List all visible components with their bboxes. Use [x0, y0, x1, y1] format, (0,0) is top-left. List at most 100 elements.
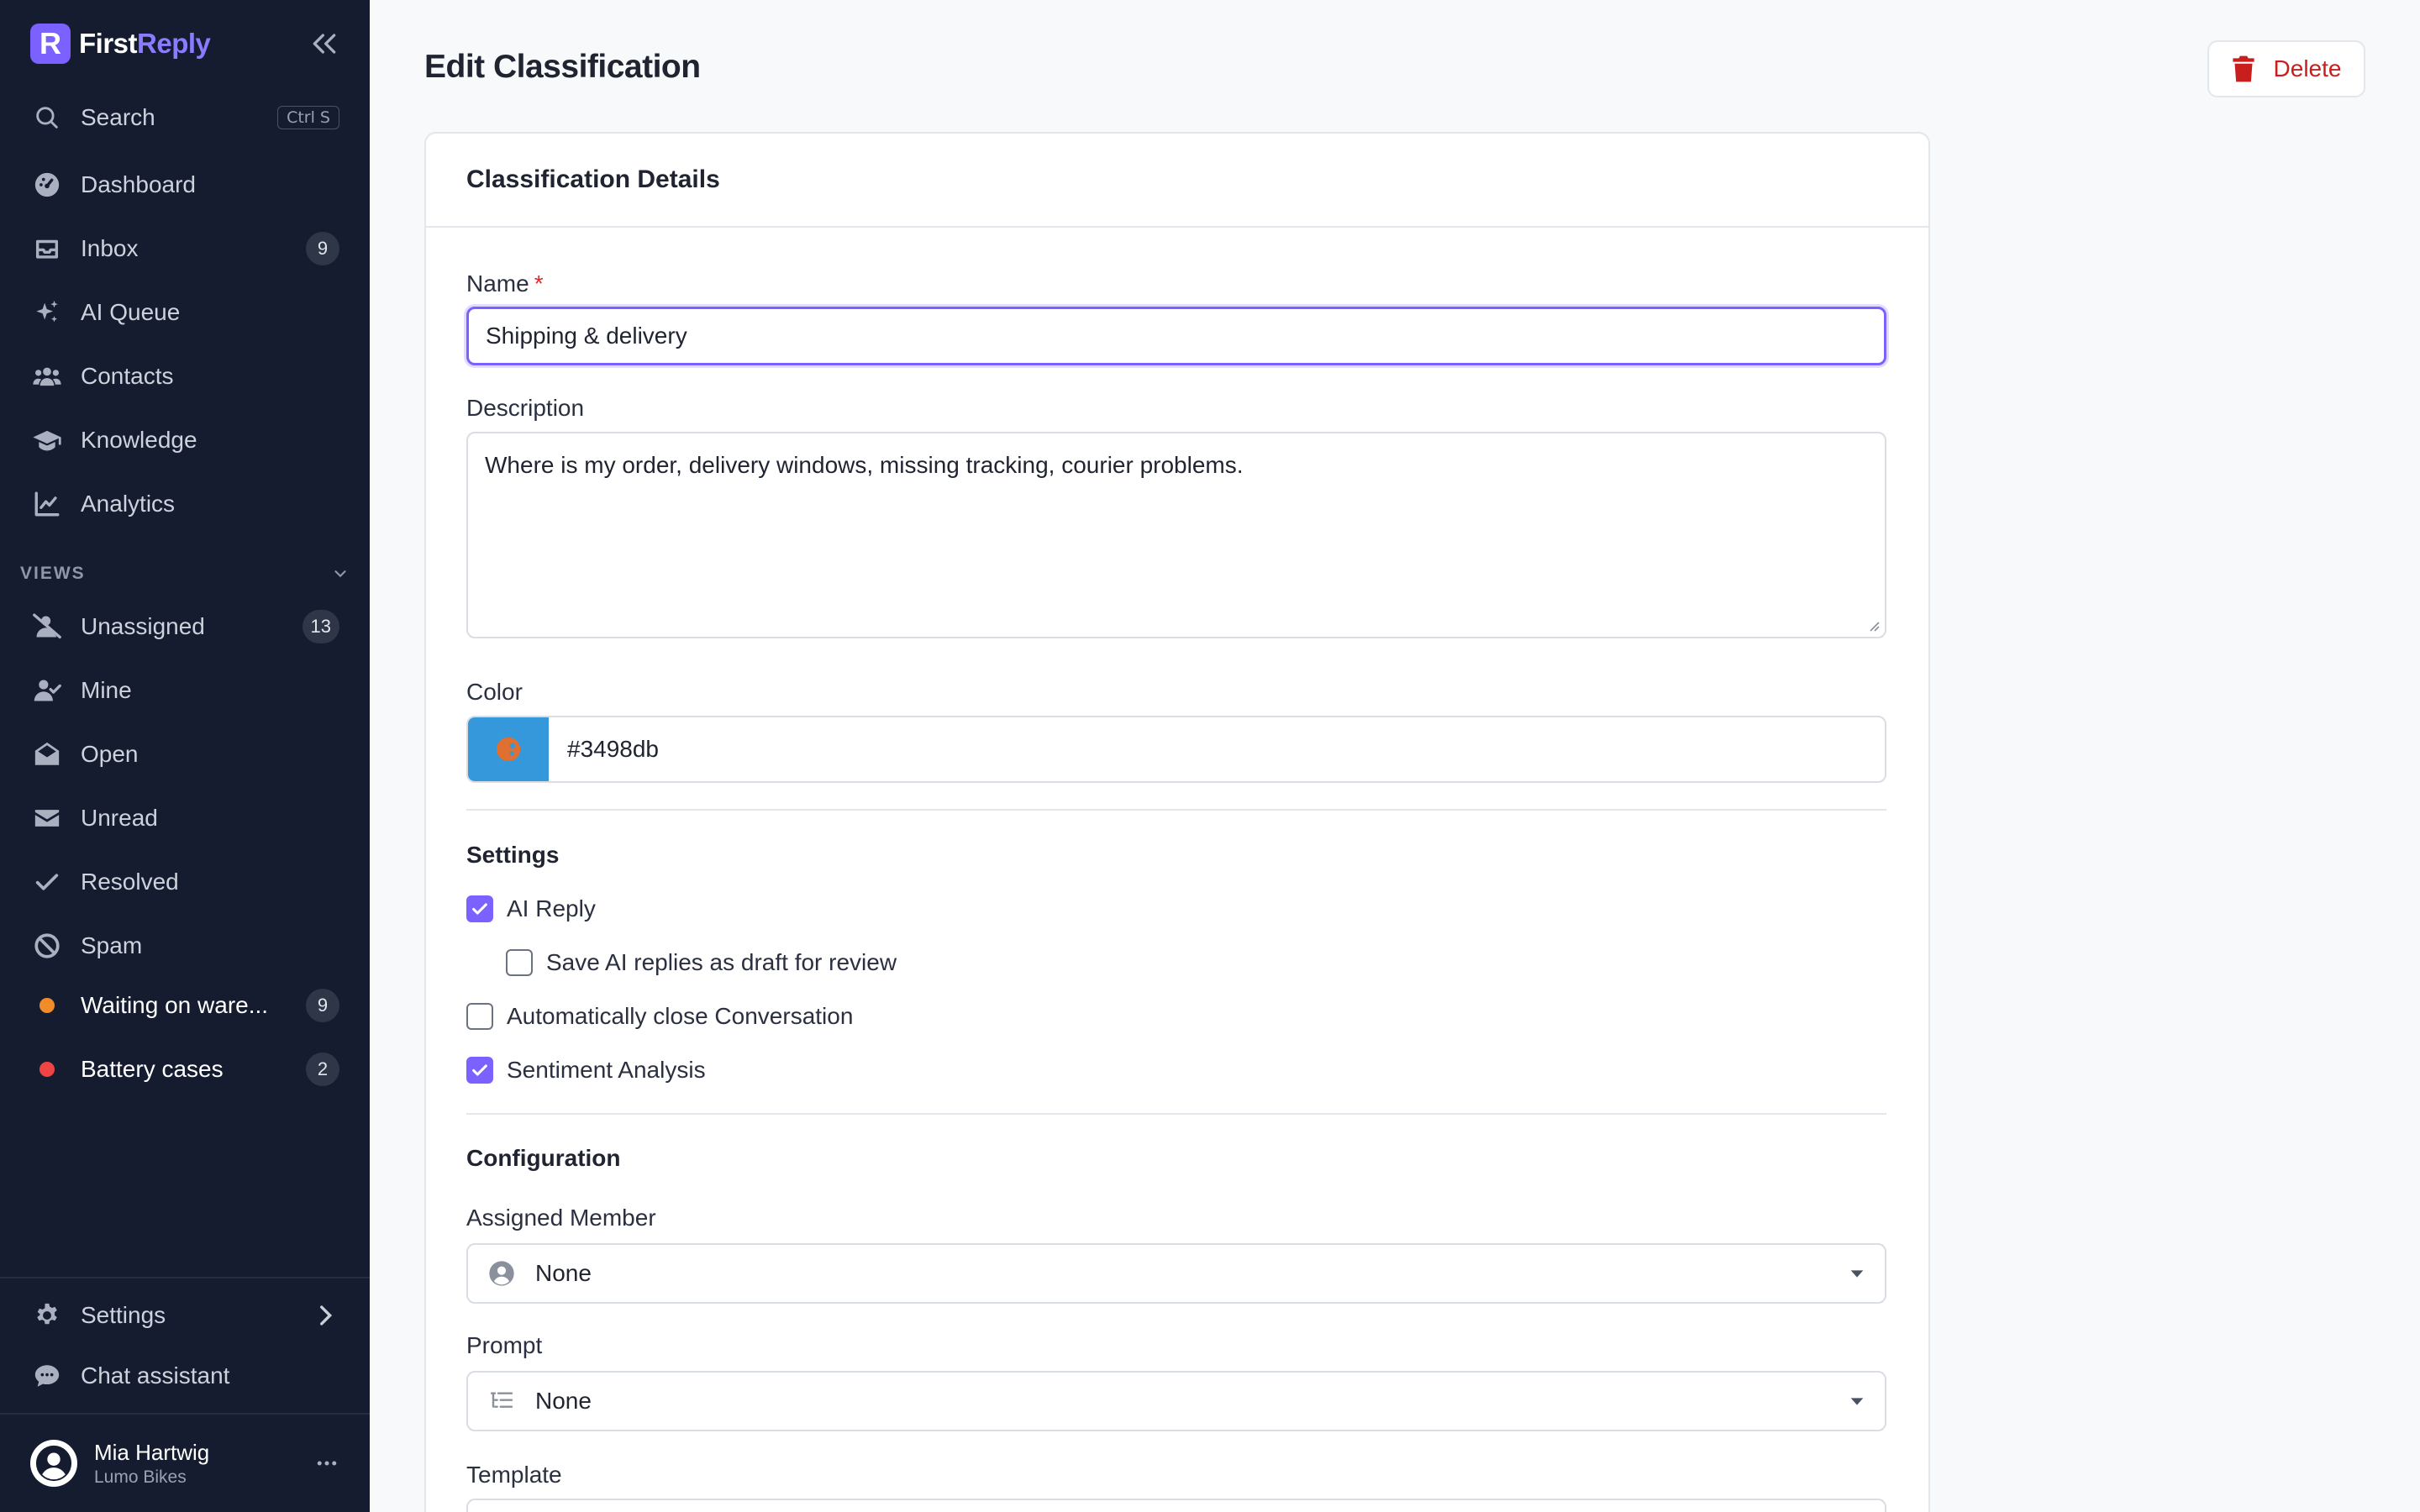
- color-hex-input[interactable]: #3498db: [549, 717, 659, 781]
- gear-icon: [30, 1299, 64, 1332]
- view-item-resolved[interactable]: Resolved: [30, 860, 339, 904]
- view-item-open[interactable]: Open: [30, 732, 339, 776]
- assigned-member-value: None: [535, 1260, 592, 1286]
- user-circle-icon: [35, 1445, 72, 1482]
- view-item-unassigned[interactable]: Unassigned 13: [30, 605, 339, 648]
- sidebar-item-knowledge[interactable]: Knowledge: [30, 418, 339, 462]
- sidebar-item-label: Knowledge: [81, 427, 197, 453]
- view-item-label: Battery cases: [81, 1056, 224, 1082]
- sidebar-item-label: Contacts: [81, 363, 174, 389]
- prompt-label: Prompt: [466, 1332, 543, 1358]
- user-slash-icon: [30, 610, 64, 643]
- section-divider: [466, 1113, 1886, 1115]
- view-color-dot-wrapper: [30, 1053, 64, 1086]
- unassigned-count-badge: 13: [302, 610, 339, 643]
- inbox-count-badge: 9: [306, 232, 339, 265]
- sidebar: R FirstReply Search Ctrl S Dashboard Inb…: [0, 0, 370, 1512]
- description-value: Where is my order, delivery windows, mis…: [485, 452, 1244, 478]
- sidebar-item-ai-queue[interactable]: AI Queue: [30, 291, 339, 334]
- template-select[interactable]: [466, 1499, 1886, 1512]
- view-item-unread[interactable]: Unread: [30, 796, 339, 840]
- required-mark: *: [534, 270, 544, 297]
- sidebar-item-label: Chat assistant: [81, 1362, 230, 1389]
- caret-down-icon: [1850, 1270, 1864, 1278]
- color-hex-value: #3498db: [567, 736, 660, 762]
- check-icon: [472, 903, 487, 915]
- view-item-battery-cases[interactable]: Battery cases 2: [30, 1047, 339, 1091]
- sentiment-checkbox-row[interactable]: Sentiment Analysis: [466, 1057, 706, 1084]
- ai-reply-checkbox-row[interactable]: AI Reply: [466, 895, 596, 922]
- prompt-value: None: [535, 1388, 592, 1414]
- settings-section-title: Settings: [466, 842, 560, 868]
- views-header: VIEWS: [20, 564, 86, 583]
- color-label: Color: [466, 679, 523, 705]
- sidebar-item-chat-assistant[interactable]: Chat assistant: [30, 1354, 339, 1398]
- configuration-section-title: Configuration: [466, 1145, 621, 1171]
- view-item-label: Waiting on ware...: [81, 992, 269, 1018]
- gauge-icon: [30, 168, 64, 202]
- color-picker-button[interactable]: [468, 717, 549, 781]
- envelope-open-icon: [30, 738, 64, 771]
- battery-count-badge: 2: [306, 1053, 339, 1086]
- user-org: Lumo Bikes: [94, 1467, 187, 1487]
- sidebar-item-label: Inbox: [81, 235, 139, 261]
- view-item-label: Unread: [81, 805, 158, 831]
- name-label: Name *: [466, 270, 544, 297]
- brand-logo[interactable]: R FirstReply: [30, 24, 211, 64]
- draft-checkbox-row[interactable]: Save AI replies as draft for review: [506, 949, 897, 976]
- views-section-toggle[interactable]: VIEWS: [20, 561, 350, 586]
- sidebar-item-inbox[interactable]: Inbox 9: [30, 227, 339, 270]
- ai-reply-label: AI Reply: [507, 895, 596, 921]
- chevron-right-icon: [320, 1305, 333, 1326]
- view-item-label: Unassigned: [81, 613, 205, 639]
- draft-label: Save AI replies as draft for review: [546, 949, 897, 975]
- search-label: Search: [81, 104, 155, 130]
- palette-icon: [496, 737, 521, 762]
- page-title: Edit Classification: [424, 49, 701, 85]
- sidebar-item-contacts[interactable]: Contacts: [30, 354, 339, 398]
- view-color-dot-wrapper: [30, 989, 64, 1022]
- auto-close-checkbox[interactable]: [466, 1003, 493, 1030]
- sidebar-divider: [0, 1413, 370, 1415]
- name-input[interactable]: Shipping & delivery: [466, 307, 1886, 365]
- search-button[interactable]: Search Ctrl S: [30, 96, 339, 139]
- delete-label: Delete: [2273, 55, 2342, 81]
- template-label: Template: [466, 1462, 562, 1488]
- search-shortcut: Ctrl S: [277, 106, 339, 129]
- sparkles-icon: [30, 296, 64, 329]
- sidebar-item-label: AI Queue: [81, 299, 181, 325]
- search-icon: [30, 101, 64, 134]
- view-item-spam[interactable]: Spam: [30, 924, 339, 968]
- sidebar-item-analytics[interactable]: Analytics: [30, 482, 339, 526]
- sentiment-checkbox[interactable]: [466, 1057, 493, 1084]
- draft-checkbox[interactable]: [506, 949, 533, 976]
- view-color-dot: [39, 1062, 55, 1077]
- ai-reply-checkbox[interactable]: [466, 895, 493, 922]
- user-circle-icon: [487, 1258, 517, 1289]
- check-icon: [30, 865, 64, 899]
- inbox-icon: [30, 232, 64, 265]
- view-item-waiting-on-warehouse[interactable]: Waiting on ware... 9: [30, 984, 339, 1027]
- brand-name-second: Reply: [137, 28, 211, 59]
- sidebar-item-label: Settings: [81, 1302, 166, 1328]
- view-item-mine[interactable]: Mine: [30, 669, 339, 712]
- collapse-sidebar-button[interactable]: [308, 27, 341, 60]
- section-divider: [466, 809, 1886, 811]
- description-label: Description: [466, 395, 585, 421]
- description-textarea[interactable]: Where is my order, delivery windows, mis…: [466, 432, 1886, 638]
- name-input-value: Shipping & delivery: [486, 323, 687, 349]
- user-menu[interactable]: Mia Hartwig Lumo Bikes: [30, 1438, 339, 1488]
- auto-close-checkbox-row[interactable]: Automatically close Conversation: [466, 1003, 853, 1030]
- more-horizontal-icon[interactable]: [314, 1451, 339, 1476]
- sidebar-item-settings[interactable]: Settings: [30, 1294, 339, 1337]
- brand-name-first: First: [79, 28, 138, 59]
- waiting-count-badge: 9: [306, 989, 339, 1022]
- prompt-select[interactable]: None: [466, 1371, 1886, 1431]
- users-icon: [30, 360, 64, 393]
- assigned-member-select[interactable]: None: [466, 1243, 1886, 1304]
- chat-bubble-icon: [30, 1359, 64, 1393]
- resize-grip-icon[interactable]: [1866, 618, 1880, 632]
- avatar: [30, 1440, 77, 1487]
- delete-button[interactable]: Delete: [2207, 40, 2365, 97]
- sidebar-item-dashboard[interactable]: Dashboard: [30, 163, 339, 207]
